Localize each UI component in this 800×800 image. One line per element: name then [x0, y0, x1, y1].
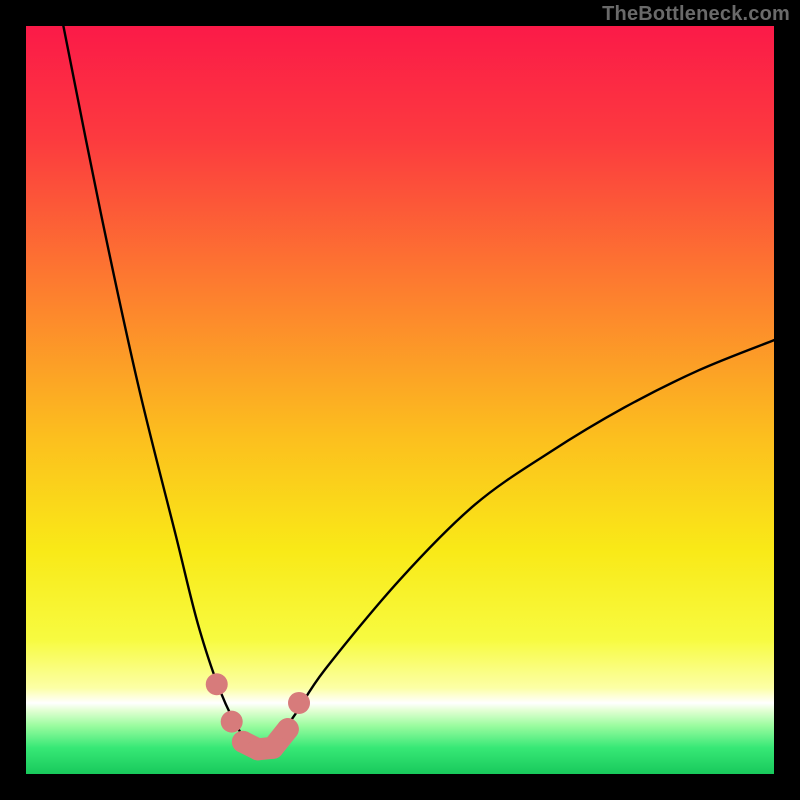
bottleneck-curve — [63, 26, 774, 752]
marker-dot — [277, 718, 299, 740]
plot-area — [26, 26, 774, 774]
attribution-watermark: TheBottleneck.com — [602, 3, 790, 26]
chart-svg — [26, 26, 774, 774]
marker-dot — [206, 673, 228, 695]
marker-dot — [262, 737, 284, 759]
marker-dot — [221, 711, 243, 733]
outer-frame: TheBottleneck.com — [0, 0, 800, 800]
marker-dot — [288, 692, 310, 714]
